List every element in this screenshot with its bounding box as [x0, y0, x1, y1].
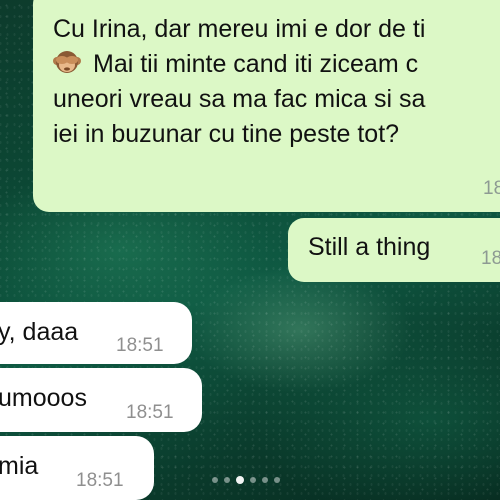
incoming-message[interactable]: mia 18:51	[0, 436, 154, 500]
page-dot[interactable]	[274, 477, 280, 483]
page-dot-active[interactable]	[236, 476, 244, 484]
message-text: y, daaa	[0, 318, 79, 346]
page-indicator[interactable]	[212, 475, 280, 485]
message-time: 18	[483, 178, 500, 199]
page-dot[interactable]	[262, 477, 268, 483]
page-dot[interactable]	[250, 477, 256, 483]
message-line: iei in buzunar cu tine peste tot?	[53, 120, 400, 148]
message-line: Cu Irina, dar mereu imi e dor de ti	[53, 15, 426, 43]
message-time: 18:51	[126, 402, 174, 423]
message-time: 18:51	[76, 470, 124, 491]
see-no-evil-monkey-icon	[53, 51, 81, 73]
page-dot[interactable]	[212, 477, 218, 483]
chat-screen: Cu Irina, dar mereu imi e dor de ti Mai …	[0, 0, 500, 500]
message-time: 18:51	[116, 335, 164, 356]
page-dot[interactable]	[224, 477, 230, 483]
message-text: Still a thing	[308, 233, 431, 261]
message-text: mia	[0, 452, 39, 480]
outgoing-message[interactable]: Cu Irina, dar mereu imi e dor de ti Mai …	[33, 0, 500, 212]
incoming-message[interactable]: y, daaa 18:51	[0, 302, 192, 364]
outgoing-message[interactable]: Still a thing 18	[288, 218, 500, 282]
message-text: umooos	[0, 384, 87, 412]
incoming-message[interactable]: umooos 18:51	[0, 368, 202, 432]
message-time: 18	[481, 248, 500, 269]
message-line: Mai tii minte cand iti ziceam c	[93, 50, 419, 78]
message-line: uneori vreau sa ma fac mica si sa	[53, 85, 426, 113]
